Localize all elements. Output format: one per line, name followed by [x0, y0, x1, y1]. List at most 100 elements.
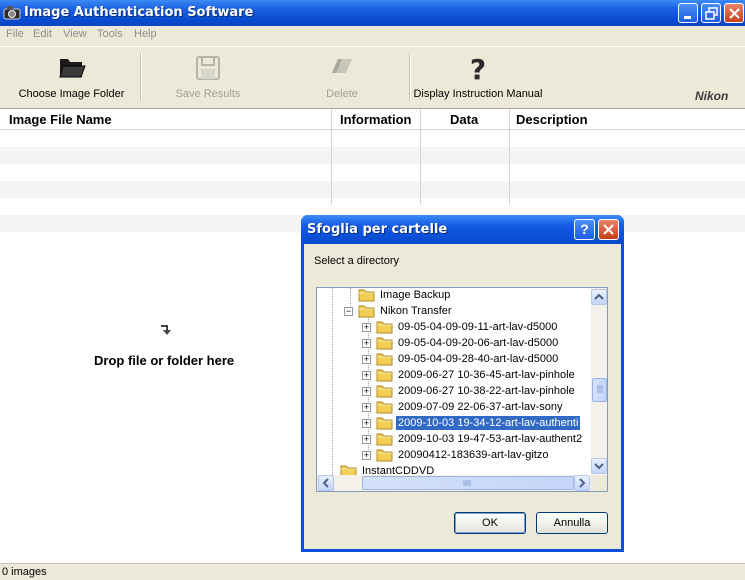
drop-zone-hint[interactable]: Drop file or folder here [94, 353, 234, 368]
minimize-button[interactable] [678, 3, 698, 23]
tree-item-label: 2009-07-09 22-06-37-art-lav-sony [398, 401, 563, 413]
close-button[interactable] [724, 3, 744, 23]
folder-icon [376, 449, 393, 462]
tree-item-label: 09-05-04-09-28-40-art-lav-d5000 [398, 353, 559, 365]
scroll-left-button[interactable] [318, 475, 334, 491]
nikon-logo: Nikon [695, 89, 729, 103]
close-icon [603, 224, 614, 235]
column-divider [331, 109, 332, 205]
tree-item-label: 09-05-04-09-09-11-art-lav-d5000 [398, 321, 558, 333]
grip-icon [463, 480, 471, 486]
toolbar: Choose Image Folder Save Results Delete … [0, 46, 745, 107]
save-results-button[interactable]: Save Results [166, 47, 250, 105]
folder-icon [376, 321, 393, 334]
tree-item-label: 09-05-04-09-20-06-art-lav-d5000 [398, 337, 559, 349]
display-instruction-manual-button[interactable]: ? Display Instruction Manual [413, 47, 543, 105]
arrow-right-icon [579, 478, 586, 488]
tree-connector [332, 288, 333, 475]
drop-arrow-icon [161, 325, 171, 335]
expand-icon[interactable]: + [362, 371, 371, 380]
expand-icon[interactable]: + [362, 451, 371, 460]
menu-bar: File Edit View Tools Help [0, 26, 745, 44]
folder-icon [376, 353, 393, 366]
cancel-button[interactable]: Annulla [536, 512, 608, 534]
column-divider [509, 109, 510, 205]
folder-icon [358, 305, 375, 318]
menu-file[interactable]: File [6, 28, 24, 40]
dialog-body: Select a directory Image Backup Nikon Tra… [304, 244, 621, 549]
restore-button[interactable] [701, 3, 721, 23]
tree-vertical-scrollbar[interactable] [591, 288, 607, 475]
choose-image-folder-button[interactable]: Choose Image Folder [14, 47, 129, 105]
tree-item-label: 2009-06-27 10-38-22-art-lav-pinhole [398, 385, 575, 397]
title-bar: Image Authentication Software [0, 0, 745, 26]
save-icon [196, 56, 220, 80]
menu-help[interactable]: Help [134, 28, 157, 40]
grip-icon [597, 385, 603, 393]
folder-tree-viewport: Image Backup Nikon Transfer − 09-05-04-09-0… [317, 288, 591, 475]
column-divider [420, 109, 421, 205]
menu-view[interactable]: View [63, 28, 87, 40]
status-bar: 0 images [0, 563, 745, 580]
column-data[interactable]: Data [450, 112, 478, 127]
dialog-title-bar: Sfoglia per cartelle ? [301, 215, 624, 244]
dialog-title: Sfoglia per cartelle [307, 222, 448, 237]
help-icon: ? [580, 221, 589, 237]
expand-icon[interactable]: + [362, 355, 371, 364]
scrollbar-corner [591, 475, 607, 491]
arrow-up-icon [594, 293, 604, 300]
menu-edit[interactable]: Edit [33, 28, 52, 40]
folder-icon [376, 385, 393, 398]
table-row [0, 181, 745, 198]
tree-item-label: Nikon Transfer [380, 305, 452, 317]
expand-icon[interactable]: + [362, 435, 371, 444]
arrow-down-icon [594, 463, 604, 470]
folder-icon [376, 337, 393, 350]
folder-tree[interactable]: Image Backup Nikon Transfer − 09-05-04-09-0… [316, 287, 608, 492]
toolbar-separator [409, 53, 411, 101]
scroll-right-button[interactable] [574, 475, 590, 491]
camera-icon [3, 6, 21, 20]
table-header: Image File Name Information Data Descrip… [0, 109, 745, 130]
folder-open-icon [59, 59, 86, 78]
dialog-close-button[interactable] [598, 219, 619, 240]
expand-icon[interactable]: + [362, 387, 371, 396]
delete-button[interactable]: Delete [312, 47, 372, 105]
tree-item-label: 2009-10-03 19-34-12-art-lav-authenti [394, 415, 582, 431]
tree-item-label: 2009-10-03 19-47-53-art-lav-authent2 [398, 433, 583, 445]
column-information[interactable]: Information [340, 112, 412, 127]
dialog-help-button[interactable]: ? [574, 219, 595, 240]
scroll-up-button[interactable] [591, 289, 607, 305]
scroll-down-button[interactable] [591, 458, 607, 474]
folder-icon [358, 289, 375, 302]
scroll-thumb[interactable] [592, 378, 607, 402]
eraser-icon [332, 59, 352, 73]
folder-icon [376, 401, 393, 414]
horizontal-scroll-thumb[interactable] [362, 476, 574, 490]
column-description[interactable]: Description [516, 112, 588, 127]
minimize-icon [684, 16, 691, 19]
tree-item-label: 2009-06-27 10-36-45-art-lav-pinhole [398, 369, 575, 381]
dialog-prompt: Select a directory [314, 255, 399, 267]
arrow-left-icon [322, 478, 329, 488]
column-image-file-name[interactable]: Image File Name [9, 112, 112, 127]
toolbar-separator [140, 53, 142, 101]
ok-button[interactable]: OK [454, 512, 526, 534]
tree-horizontal-scrollbar[interactable] [317, 475, 591, 491]
restore-icon [705, 7, 718, 20]
collapse-icon[interactable]: − [344, 307, 353, 316]
question-mark-icon: ? [470, 55, 486, 85]
menu-tools[interactable]: Tools [97, 28, 123, 40]
expand-icon[interactable]: + [362, 419, 371, 428]
folder-icon [340, 465, 357, 475]
tree-item-label: Image Backup [380, 289, 451, 301]
folder-icon [376, 369, 393, 382]
folder-icon [376, 433, 393, 446]
tree-item-label: 20090412-183639-art-lav-gitzo [398, 449, 549, 461]
expand-icon[interactable]: + [362, 323, 371, 332]
expand-icon[interactable]: + [362, 339, 371, 348]
window-title: Image Authentication Software [24, 5, 254, 20]
svg-text:?: ? [470, 55, 486, 85]
browse-folder-dialog: Sfoglia per cartelle ? Select a director… [301, 215, 624, 552]
expand-icon[interactable]: + [362, 403, 371, 412]
